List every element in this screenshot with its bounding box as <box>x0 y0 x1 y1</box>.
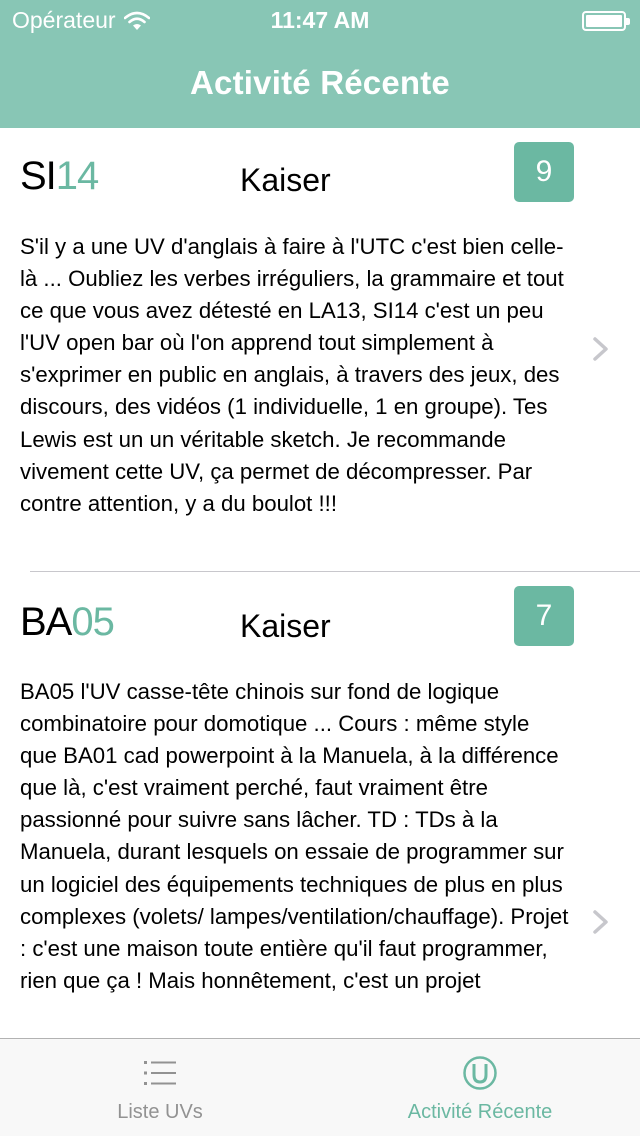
page-title: Activité Récente <box>190 64 450 101</box>
tab-liste-uvs[interactable]: Liste UVs <box>60 1039 260 1136</box>
battery-icon <box>582 11 630 31</box>
navigation-header: Opérateur 11:47 AM Activité Récente <box>0 0 640 128</box>
uv-code-number: 05 <box>71 600 114 644</box>
teacher-name: Kaiser <box>240 608 331 644</box>
review-text: S'il y a une UV d'anglais à faire à l'UT… <box>20 234 564 516</box>
uv-code-prefix: SI <box>20 154 57 198</box>
rating-badge: 9 <box>514 142 574 202</box>
utc-logo-icon <box>463 1056 497 1090</box>
tab-activite-recente[interactable]: Activité Récente <box>380 1039 580 1136</box>
review-text: BA05 l'UV casse-tête chinois sur fond de… <box>20 679 569 993</box>
status-time: 11:47 AM <box>270 7 370 33</box>
chevron-right-icon <box>593 910 608 934</box>
chevron-right-icon <box>593 337 608 361</box>
uv-code: SI14 <box>20 154 99 199</box>
tab-label: Activité Récente <box>407 1101 553 1123</box>
teacher-name: Kaiser <box>240 162 331 198</box>
uv-code-prefix: BA <box>20 600 72 644</box>
list-icon <box>144 1061 176 1085</box>
status-bar: Opérateur 11:47 AM <box>0 0 640 40</box>
rating-badge: 7 <box>514 586 574 646</box>
tab-bar: Liste UVs Activité Récente <box>0 1038 640 1136</box>
tab-label: Liste UVs <box>117 1101 203 1123</box>
uv-code: BA05 <box>20 600 115 645</box>
recent-activity-list: SI14 Kaiser 9 S'il y a une UV d'anglais … <box>0 128 640 1036</box>
review-cell[interactable]: BA05 Kaiser 7 BA05 l'UV casse-tête chino… <box>0 572 640 1036</box>
review-cell[interactable]: SI14 Kaiser 9 S'il y a une UV d'anglais … <box>0 128 640 572</box>
uv-code-number: 14 <box>55 154 99 198</box>
